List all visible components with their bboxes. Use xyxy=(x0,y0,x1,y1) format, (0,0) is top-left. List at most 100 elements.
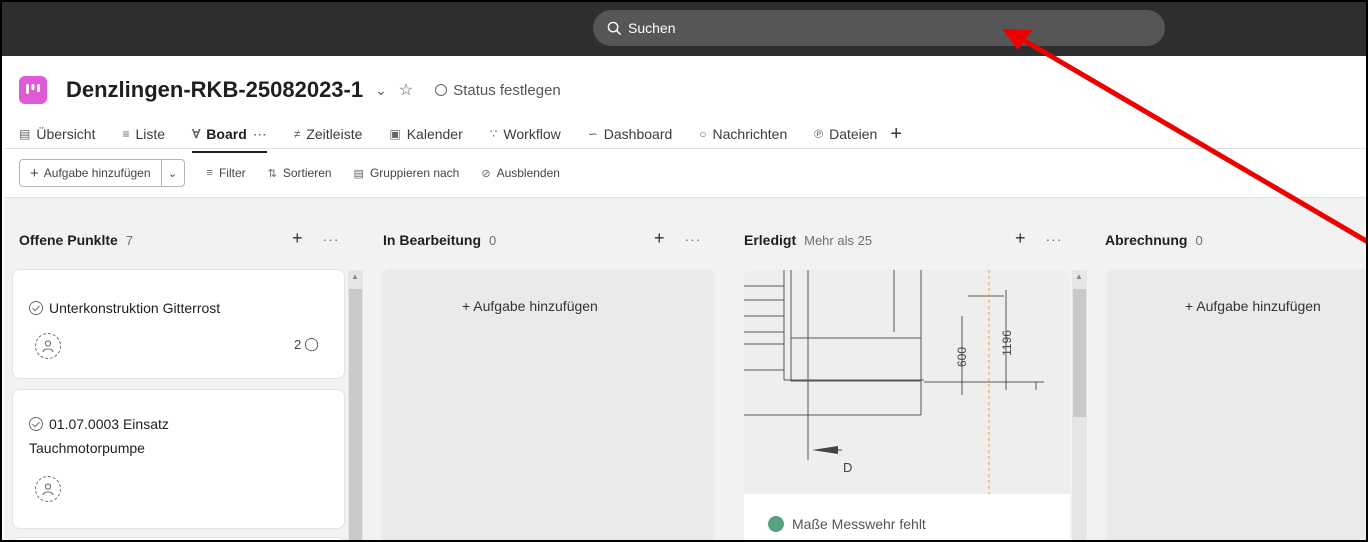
add-task-link[interactable]: + Aufgabe hinzufügen xyxy=(462,298,598,314)
column-header[interactable]: In Bearbeitung 0 xyxy=(383,228,496,252)
tab-label: Board xyxy=(206,126,247,142)
comment-count-value: 2 xyxy=(294,336,302,352)
group-by-button[interactable]: ▤ Gruppieren nach xyxy=(354,166,460,180)
task-title: 01.07.0003 Einsatz Tauchmotorpumpe xyxy=(29,416,169,456)
scroll-up-icon[interactable]: ▲ xyxy=(1075,272,1083,281)
completed-check-icon[interactable] xyxy=(768,516,784,532)
filter-button[interactable]: ≡ Filter xyxy=(207,166,246,180)
task-card[interactable]: 01.07.0003 Einsatz Tauchmotorpumpe xyxy=(12,389,345,529)
overview-icon: ▤ xyxy=(19,127,31,141)
column-title: In Bearbeitung xyxy=(383,232,482,248)
tab-label: Nachrichten xyxy=(712,126,788,142)
group-label: Gruppieren nach xyxy=(369,166,460,180)
task-card[interactable]: 600 1196 D Maße Messwehr fehlt xyxy=(744,270,1070,540)
project-menu-chevron-icon[interactable]: ⌄ xyxy=(375,82,387,99)
drawing-dimension-label: 1196 xyxy=(999,330,1014,356)
column-count: Mehr als 25 xyxy=(804,232,873,248)
files-icon: ℗ xyxy=(814,127,824,141)
timeline-icon: ≠ xyxy=(293,127,301,141)
more-icon[interactable]: ⋯ xyxy=(253,126,267,143)
task-title: Maße Messwehr fehlt xyxy=(768,516,926,532)
assignee-avatar[interactable] xyxy=(35,476,61,502)
check-circle-icon[interactable] xyxy=(29,417,43,431)
project-header: Denzlingen-RKB-25082023-1 ⌄ ☆ Status fes… xyxy=(19,70,561,110)
add-task-plus-icon[interactable]: + xyxy=(1015,228,1026,249)
add-tab-plus-icon[interactable]: + xyxy=(890,123,902,146)
add-task-label: Aufgabe hinzufügen xyxy=(43,166,151,180)
list-icon: ≡ xyxy=(122,127,130,141)
star-icon[interactable]: ☆ xyxy=(399,80,413,100)
tab-label: Workflow xyxy=(503,126,561,142)
drawing-label: D xyxy=(843,460,853,475)
tab-timeline[interactable]: ≠ Zeitleiste xyxy=(294,119,363,149)
tab-label: Übersicht xyxy=(36,126,96,142)
calendar-icon: ▣ xyxy=(389,127,401,141)
search-icon xyxy=(607,21,622,35)
more-icon[interactable]: ··· xyxy=(1046,231,1063,247)
tab-dashboard[interactable]: ∽ Dashboard xyxy=(588,119,673,149)
tab-files[interactable]: ℗ Dateien xyxy=(814,119,877,149)
column-header[interactable]: Offene Punklte 7 xyxy=(19,228,133,252)
message-icon: ○ xyxy=(699,127,707,141)
assignee-avatar[interactable] xyxy=(35,333,61,359)
dashboard-icon: ∽ xyxy=(587,127,598,141)
task-title: Unterkonstruktion Gitterrost xyxy=(29,296,220,320)
search-bar[interactable]: Suchen xyxy=(593,10,1165,46)
drawing-dimension-label: 600 xyxy=(955,346,970,368)
person-icon xyxy=(42,340,54,353)
board-toolbar: + Aufgabe hinzufügen ⌄ ≡ Filter ⇅ Sortie… xyxy=(19,159,560,187)
project-tabs: ▤ Übersicht ≡ Liste ∀ Board ⋯ ≠ Zeitleis… xyxy=(19,119,902,153)
chevron-down-icon[interactable]: ⌄ xyxy=(162,167,184,180)
filter-label: Filter xyxy=(218,166,246,180)
tab-label: Kalender xyxy=(406,126,463,142)
column-header[interactable]: Erledigt Mehr als 25 xyxy=(744,228,872,252)
more-icon[interactable]: ··· xyxy=(323,231,340,247)
column-count: 0 xyxy=(1195,232,1203,248)
tab-workflow[interactable]: ∵ Workflow xyxy=(490,119,561,149)
sort-icon: ⇅ xyxy=(267,167,277,180)
column-title: Abrechnung xyxy=(1105,232,1188,248)
technical-drawing-thumbnail xyxy=(744,270,1070,494)
project-title[interactable]: Denzlingen-RKB-25082023-1 xyxy=(66,77,363,103)
set-status-label: Status festlegen xyxy=(453,81,561,99)
column-count: 0 xyxy=(489,232,497,248)
tab-board[interactable]: ∀ Board ⋯ xyxy=(192,119,267,153)
add-task-button[interactable]: + Aufgabe hinzufügen xyxy=(20,160,162,186)
column-actions: + ··· xyxy=(1015,228,1063,249)
tab-messages[interactable]: ○ Nachrichten xyxy=(699,119,787,149)
scrollbar-thumb[interactable] xyxy=(1073,289,1086,417)
person-icon xyxy=(42,483,54,496)
sort-button[interactable]: ⇅ Sortieren xyxy=(268,166,332,180)
column-header[interactable]: Abrechnung 0 xyxy=(1105,228,1203,252)
more-icon[interactable]: ··· xyxy=(685,231,702,247)
check-circle-icon[interactable] xyxy=(29,301,43,315)
tab-label: Liste xyxy=(135,126,166,142)
tab-overview[interactable]: ▤ Übersicht xyxy=(19,119,95,149)
divider xyxy=(4,148,1366,149)
task-card[interactable] xyxy=(12,537,345,540)
filter-icon: ≡ xyxy=(206,167,213,179)
comment-count[interactable]: 2 ◯ xyxy=(294,336,319,352)
comment-icon: ◯ xyxy=(304,336,319,351)
column-count: 7 xyxy=(125,232,134,248)
set-status-button[interactable]: Status festlegen xyxy=(435,82,561,99)
scroll-up-icon[interactable]: ▲ xyxy=(351,272,359,281)
plus-icon: + xyxy=(30,164,39,182)
hide-button[interactable]: ⊘ Ausblenden xyxy=(481,166,560,180)
status-circle-icon xyxy=(435,84,448,96)
top-bar: Suchen xyxy=(2,2,1366,56)
column-title: Offene Punklte xyxy=(19,232,118,248)
search-label: Suchen xyxy=(628,20,676,36)
tab-calendar[interactable]: ▣ Kalender xyxy=(389,119,462,149)
app-window: Suchen Denzlingen-RKB-25082023-1 ⌄ ☆ Sta… xyxy=(0,0,1368,542)
workflow-icon: ∵ xyxy=(489,127,498,141)
hide-label: Ausblenden xyxy=(496,166,560,180)
scrollbar-thumb[interactable] xyxy=(349,289,362,540)
column-actions: + ··· xyxy=(654,228,702,249)
add-task-link[interactable]: + Aufgabe hinzufügen xyxy=(1185,298,1321,314)
task-card[interactable]: Unterkonstruktion Gitterrost 2 ◯ xyxy=(12,269,345,379)
column-title: Erledigt xyxy=(744,232,797,248)
add-task-plus-icon[interactable]: + xyxy=(292,228,303,249)
tab-list[interactable]: ≡ Liste xyxy=(122,119,165,149)
add-task-plus-icon[interactable]: + xyxy=(654,228,665,249)
